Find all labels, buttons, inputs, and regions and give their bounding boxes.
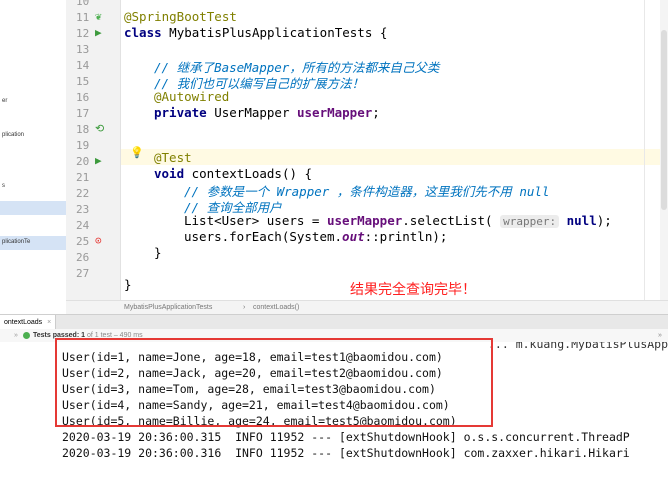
line-number: 26: [76, 251, 90, 264]
console-log-line: 2020-03-19 20:36:00.316 INFO 11952 --- […: [62, 446, 630, 460]
tree-item[interactable]: plication: [2, 132, 24, 138]
run-tab-label: ontextLoads: [4, 319, 43, 326]
line-number: 27: [76, 267, 90, 280]
line-number: 17: [76, 107, 90, 120]
recursive-call-icon[interactable]: ⊙: [95, 233, 102, 249]
code-line-23: List<User> users = userMapper.selectList…: [184, 213, 612, 228]
chevron-icon[interactable]: »: [14, 329, 18, 342]
spring-leaf-icon: ❦: [95, 10, 102, 23]
line-number: 14: [76, 59, 90, 72]
bulb-icon[interactable]: 💡: [130, 146, 144, 159]
line-number: 23: [76, 203, 90, 216]
code-line-19: @Test: [154, 150, 192, 165]
line-number: 22: [76, 187, 90, 200]
run-tab[interactable]: ontextLoads ×: [0, 315, 57, 330]
line-number: 21: [76, 171, 90, 184]
run-test-icon[interactable]: ▶: [95, 153, 102, 169]
result-annotation-text: 结果完全查询完毕！: [350, 282, 476, 298]
line-number: 19: [76, 139, 90, 152]
code-line-25: }: [154, 245, 162, 260]
close-icon[interactable]: ×: [47, 319, 51, 326]
line-number: 24: [76, 219, 90, 232]
param-hint: wrapper:: [500, 215, 560, 228]
code-line-24: users.forEach(System.out::println);: [184, 229, 448, 244]
result-highlight-box: [55, 338, 493, 427]
project-tree[interactable]: er plication s plicationTe: [0, 0, 67, 300]
console-log-line: 2020-03-19 20:36:00.315 INFO 11952 --- […: [62, 430, 630, 444]
tree-item[interactable]: er: [2, 98, 7, 104]
breadcrumb-method[interactable]: contextLoads(): [253, 301, 299, 315]
code-line-20: void contextLoads() {: [154, 166, 313, 181]
console-line: ... m.kuang.MybatisPlusApp: [488, 342, 668, 351]
line-number: 15: [76, 75, 90, 88]
code-line-27: }: [124, 277, 132, 292]
breadcrumb-class[interactable]: MybatisPlusApplicationTests: [124, 301, 212, 315]
breadcrumb-separator: ›: [243, 304, 246, 311]
breadcrumb: MybatisPlusApplicationTests › contextLoa…: [66, 300, 668, 315]
tree-item-selected[interactable]: plicationTe: [2, 239, 30, 245]
code-line-17: private UserMapper userMapper;: [154, 105, 380, 120]
code-line-12: class MybatisPlusApplicationTests {: [124, 25, 388, 40]
run-test-icon[interactable]: ▶: [95, 25, 102, 41]
scroll-thumb[interactable]: [661, 30, 667, 210]
right-margin-guide: [644, 0, 645, 300]
line-number: 10: [76, 0, 90, 8]
check-icon: [23, 332, 30, 339]
code-line-16: @Autowired: [154, 89, 230, 104]
tree-item[interactable]: s: [2, 183, 5, 189]
line-number: 13: [76, 43, 90, 56]
line-number: 16: [76, 91, 90, 104]
editor-scrollbar[interactable]: [660, 0, 668, 300]
code-line-11: @SpringBootTest: [124, 9, 237, 24]
run-tab-bar: ontextLoads ×: [0, 314, 668, 330]
more-icon[interactable]: »: [658, 329, 662, 342]
navigate-bean-icon[interactable]: ⟲: [95, 121, 104, 137]
code-editor[interactable]: 10 11 12 13 14 15 16 17 18 19 20 21 22 2…: [66, 0, 668, 300]
tree-selected-row: [0, 201, 66, 215]
